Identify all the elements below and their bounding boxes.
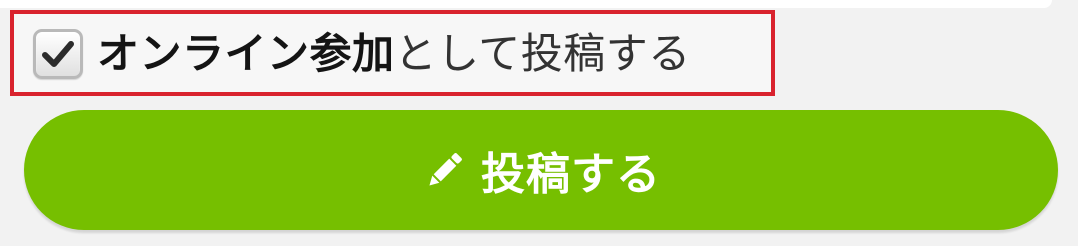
online-participation-label: オンライン参加として投稿する [97, 24, 691, 84]
online-participation-checkbox[interactable] [33, 29, 83, 79]
pencil-icon [429, 153, 462, 186]
online-participation-emphasis: オンライン参加 [97, 29, 395, 78]
checkmark-icon [42, 41, 74, 67]
online-participation-rest: として投稿する [394, 29, 691, 78]
post-button[interactable]: 投稿する [24, 110, 1058, 230]
top-panel-edge [0, 0, 1052, 8]
post-button-label: 投稿する [481, 149, 661, 200]
online-participation-option[interactable]: オンライン参加として投稿する [33, 24, 691, 84]
